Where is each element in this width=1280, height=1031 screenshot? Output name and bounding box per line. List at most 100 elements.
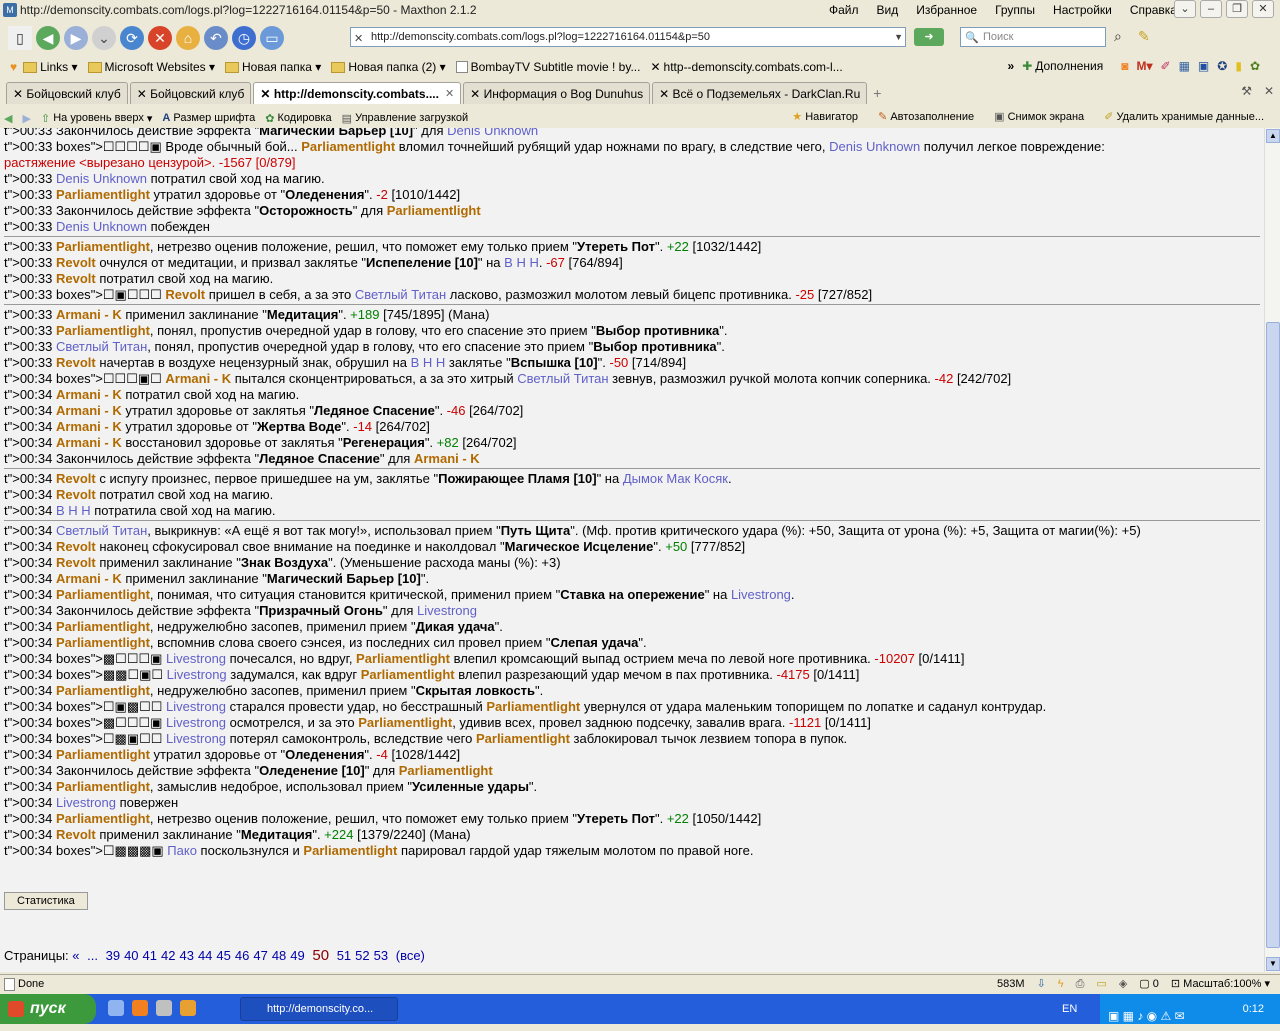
- tray-icons[interactable]: ▣ ▦ ♪ ◉ ⚠ ✉: [1108, 1001, 1185, 1031]
- folder-status-icon[interactable]: ▭: [1096, 975, 1106, 993]
- home-icon[interactable]: ⌂: [176, 26, 200, 50]
- close-all-tabs-icon[interactable]: ✕: [1264, 84, 1274, 98]
- page-link[interactable]: 53: [374, 948, 388, 963]
- back-small-icon[interactable]: ◀: [4, 112, 12, 125]
- page-link[interactable]: 51: [337, 948, 351, 963]
- history-dropdown-icon[interactable]: ⌄: [92, 26, 116, 50]
- link-links[interactable]: Links ▾: [23, 60, 78, 74]
- clear-data-button[interactable]: ✐ Удалить хранимые данные...: [1104, 110, 1264, 124]
- refresh-icon[interactable]: ⟳: [120, 26, 144, 50]
- tab-darkclan[interactable]: ✕ Всё о Подземельях - DarkClan.Ru: [652, 82, 868, 104]
- tab-bog-dunuhus[interactable]: ✕ Информация о Bog Dunuhus: [463, 82, 651, 104]
- screen-icon[interactable]: ▭: [260, 26, 284, 50]
- screenshot-button[interactable]: ▣ Снимок экрана: [994, 110, 1084, 124]
- media-icon[interactable]: [156, 1000, 172, 1016]
- link-new-folder[interactable]: Новая папка ▾: [225, 60, 321, 74]
- address-dropdown-icon[interactable]: ▼: [894, 28, 903, 46]
- back-icon[interactable]: ◀: [36, 26, 60, 50]
- scroll-up-icon[interactable]: ▲: [1266, 129, 1280, 143]
- scroll-down-icon[interactable]: ▼: [1266, 957, 1280, 971]
- vertical-scrollbar[interactable]: ▲ ▼: [1264, 128, 1280, 972]
- window-icon[interactable]: ▣: [1198, 59, 1209, 73]
- log-line: t">00:34 Revolt с испугу произнес, перво…: [4, 471, 732, 486]
- plugin-extra-icon[interactable]: ✿: [1250, 59, 1260, 73]
- page-link[interactable]: 41: [143, 948, 157, 963]
- taskbar-browser-item[interactable]: http://demonscity.co...: [240, 997, 398, 1021]
- calendar-icon[interactable]: ▦: [1179, 59, 1190, 73]
- clock-icon[interactable]: ◷: [232, 26, 256, 50]
- lightning-icon[interactable]: ϟ: [1058, 975, 1064, 993]
- menu-view[interactable]: Вид: [868, 2, 908, 18]
- language-indicator[interactable]: EN: [1062, 994, 1077, 1024]
- firefox-icon[interactable]: [132, 1000, 148, 1016]
- start-button[interactable]: пуск: [0, 994, 96, 1024]
- search-box[interactable]: 🔍 Поиск: [960, 27, 1106, 47]
- addons-button[interactable]: ✚ Дополнения: [1022, 59, 1103, 73]
- close-tab-icon[interactable]: ✕: [445, 84, 454, 104]
- popup-icon[interactable]: ◈: [1119, 975, 1127, 993]
- maximize-button[interactable]: ❐: [1226, 0, 1248, 18]
- chevron-more-icon[interactable]: »: [1008, 59, 1015, 73]
- up-level-button[interactable]: ⇧ На уровень вверх ▾: [41, 112, 152, 125]
- maxthon-icon: M: [3, 3, 17, 17]
- forward-icon[interactable]: ▶: [64, 26, 88, 50]
- page-link[interactable]: 44: [198, 948, 212, 963]
- download-status-icon[interactable]: ⇩: [1037, 975, 1046, 993]
- encoding-button[interactable]: ✿ Кодировка: [265, 112, 331, 125]
- autofill-button[interactable]: ✎ Автозаполнение: [878, 110, 974, 124]
- app-icon[interactable]: [180, 1000, 196, 1016]
- tab-fight-club-2[interactable]: ✕ Бойцовский клуб: [129, 82, 252, 104]
- page-link[interactable]: 39: [106, 948, 120, 963]
- font-size-button[interactable]: A Размер шрифта: [162, 112, 255, 124]
- tools-wrench-icon[interactable]: ⚒: [1241, 84, 1252, 98]
- page-link[interactable]: 40: [124, 948, 138, 963]
- gmail-icon[interactable]: M▾: [1136, 59, 1152, 73]
- all-pages-link[interactable]: (все): [396, 948, 425, 963]
- rss-icon[interactable]: ◙: [1121, 59, 1128, 73]
- menu-settings[interactable]: Настройки: [1044, 2, 1121, 18]
- prev-page-link[interactable]: «: [72, 948, 79, 963]
- download-manager-button[interactable]: ▤ Управление загрузкой: [342, 112, 469, 125]
- highlight-icon[interactable]: ✎: [1138, 28, 1150, 45]
- menu-groups[interactable]: Группы: [986, 2, 1044, 18]
- link-new-folder-2[interactable]: Новая папка (2) ▾: [331, 60, 446, 74]
- go-button[interactable]: ➜: [914, 28, 944, 46]
- page-link[interactable]: 46: [235, 948, 249, 963]
- dropdown-window-button[interactable]: ⌄: [1174, 0, 1196, 18]
- zoom-level[interactable]: ⊡ Масштаб:100% ▾: [1171, 975, 1270, 993]
- page-link[interactable]: 48: [272, 948, 286, 963]
- new-page-icon[interactable]: ▯: [8, 26, 32, 50]
- search-go-icon[interactable]: ⌕: [1114, 28, 1122, 45]
- page-link[interactable]: 43: [179, 948, 193, 963]
- page-link[interactable]: 52: [355, 948, 369, 963]
- battery-icon[interactable]: ▮: [1235, 59, 1242, 73]
- minimize-button[interactable]: –: [1200, 0, 1222, 18]
- tab-fight-club-1[interactable]: ✕ Бойцовский клуб: [6, 82, 128, 104]
- forward-small-icon[interactable]: ▶: [22, 112, 30, 125]
- blocked-count[interactable]: ▢ 0: [1139, 975, 1159, 993]
- statistics-button[interactable]: Статистика: [4, 892, 88, 910]
- link-bombaytv[interactable]: BombayTV Subtitle movie ! by...: [455, 60, 640, 74]
- page-link[interactable]: 47: [253, 948, 267, 963]
- navigator-button[interactable]: ★ Навигатор: [792, 110, 858, 124]
- link-microsoft-websites[interactable]: Microsoft Websites ▾: [87, 60, 215, 74]
- menu-favorites[interactable]: Избранное: [907, 2, 986, 18]
- menu-file[interactable]: Файл: [820, 2, 868, 18]
- tab-demonscity-log[interactable]: ✕ http://demonscity.combats.... ✕: [253, 82, 462, 104]
- scroll-thumb[interactable]: [1266, 322, 1280, 948]
- tools-icon[interactable]: ✐: [1161, 59, 1171, 73]
- undo-icon[interactable]: ↶: [204, 26, 228, 50]
- pages-ellipsis-link[interactable]: ...: [87, 948, 98, 963]
- stop-icon[interactable]: ✕: [148, 26, 172, 50]
- ie-icon[interactable]: [108, 1000, 124, 1016]
- link-demonscity[interactable]: ✕ http--demonscity.combats.com-l...: [650, 60, 842, 74]
- favorites-heart-icon[interactable]: ♥: [10, 60, 17, 74]
- address-bar[interactable]: ✕ http://demonscity.combats.com/logs.pl?…: [350, 27, 906, 47]
- page-link[interactable]: 42: [161, 948, 175, 963]
- print-icon[interactable]: ⎙: [1076, 975, 1085, 993]
- close-window-button[interactable]: ✕: [1252, 0, 1274, 18]
- new-tab-icon[interactable]: +: [873, 82, 881, 104]
- page-link[interactable]: 49: [290, 948, 304, 963]
- compass-icon[interactable]: ✪: [1217, 59, 1227, 73]
- page-link[interactable]: 45: [216, 948, 230, 963]
